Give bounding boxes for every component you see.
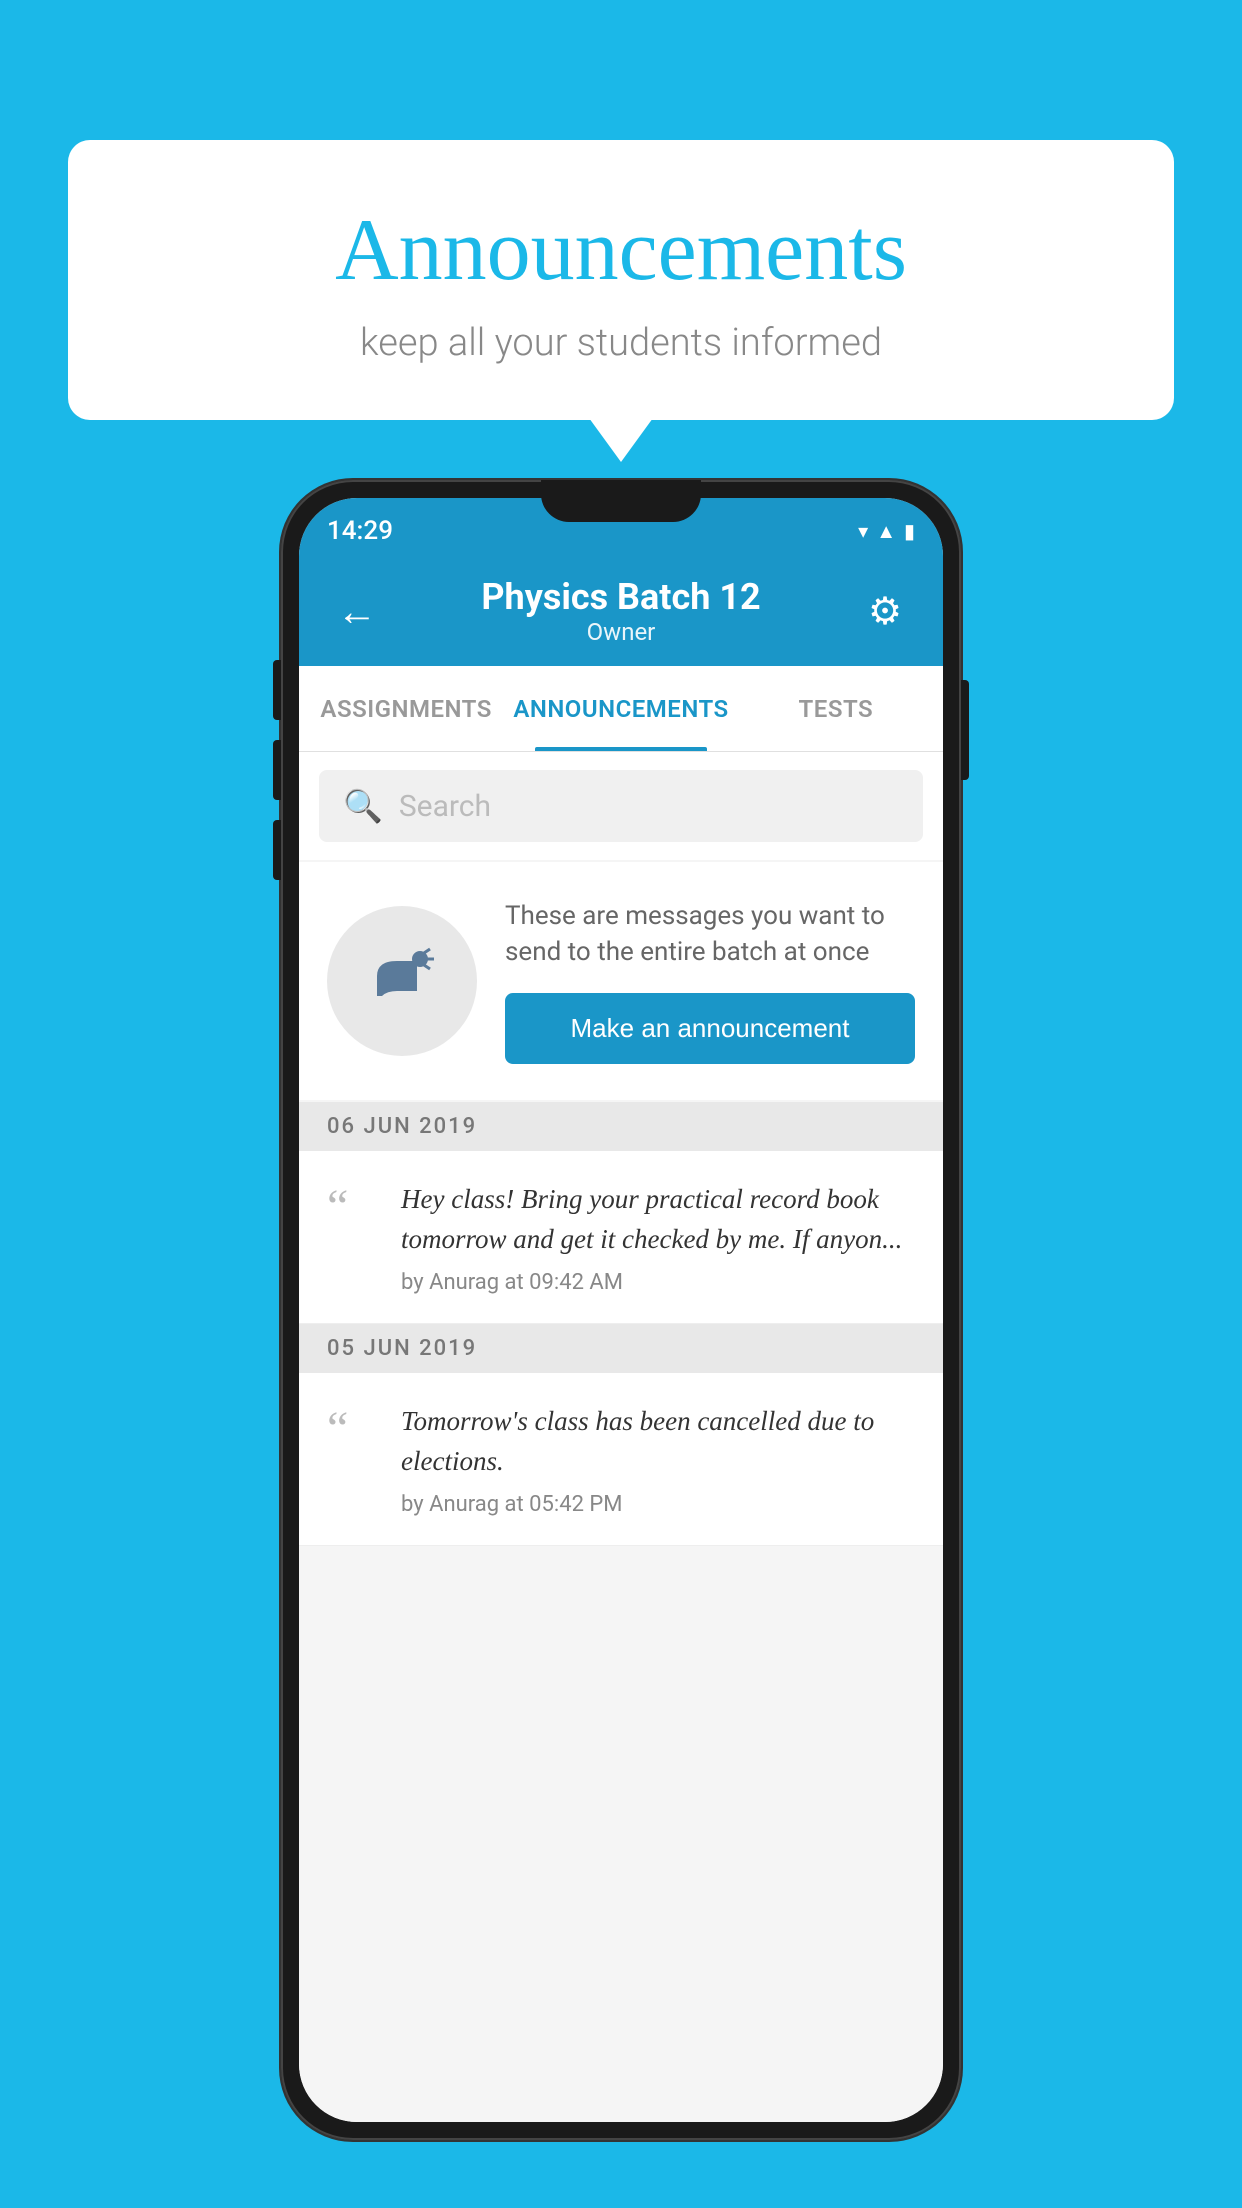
quote-icon-1: “ — [327, 1183, 377, 1295]
phone-notch — [541, 480, 701, 522]
speech-bubble: Announcements keep all your students inf… — [68, 140, 1174, 420]
app-bar: ← Physics Batch 12 Owner ⚙ — [299, 556, 943, 666]
search-bar-container: 🔍 Search — [299, 752, 943, 860]
announcement-content-2: Tomorrow's class has been cancelled due … — [401, 1401, 915, 1517]
date-separator-1: 06 JUN 2019 — [299, 1102, 943, 1151]
promo-content: These are messages you want to send to t… — [505, 898, 915, 1064]
search-icon: 🔍 — [343, 787, 383, 825]
tab-tests[interactable]: TESTS — [729, 666, 943, 751]
date-separator-2: 05 JUN 2019 — [299, 1324, 943, 1373]
phone-container: 14:29 ▾ ▲ ▮ ← Physics Batch 12 Owner ⚙ — [281, 480, 961, 2140]
promo-card: These are messages you want to send to t… — [299, 862, 943, 1100]
back-button[interactable]: ← — [327, 588, 387, 635]
tab-assignments[interactable]: ASSIGNMENTS — [299, 666, 513, 751]
announcement-icon-circle — [327, 906, 477, 1056]
date-label-1: 06 JUN 2019 — [327, 1114, 477, 1139]
tabs-container: ASSIGNMENTS ANNOUNCEMENTS TESTS — [299, 666, 943, 752]
announcement-meta-2: by Anurag at 05:42 PM — [401, 1492, 915, 1517]
tab-announcements[interactable]: ANNOUNCEMENTS — [513, 666, 728, 751]
gear-icon[interactable]: ⚙ — [855, 589, 915, 634]
app-bar-subtitle: Owner — [387, 618, 855, 646]
make-announcement-button[interactable]: Make an announcement — [505, 993, 915, 1064]
announcement-content-1: Hey class! Bring your practical record b… — [401, 1179, 915, 1295]
status-time: 14:29 — [327, 516, 393, 546]
announcement-item-2[interactable]: “ Tomorrow's class has been cancelled du… — [299, 1373, 943, 1546]
search-placeholder: Search — [399, 789, 491, 824]
app-bar-title: Physics Batch 12 — [387, 576, 855, 618]
announcement-meta-1: by Anurag at 09:42 AM — [401, 1270, 915, 1295]
phone-outer: 14:29 ▾ ▲ ▮ ← Physics Batch 12 Owner ⚙ — [281, 480, 961, 2140]
speech-bubble-container: Announcements keep all your students inf… — [68, 140, 1174, 420]
phone-inner: 14:29 ▾ ▲ ▮ ← Physics Batch 12 Owner ⚙ — [299, 498, 943, 2122]
battery-icon: ▮ — [904, 519, 915, 543]
announcement-item-1[interactable]: “ Hey class! Bring your practical record… — [299, 1151, 943, 1324]
status-icons: ▾ ▲ ▮ — [858, 519, 915, 544]
app-bar-title-container: Physics Batch 12 Owner — [387, 576, 855, 646]
announcement-text-1: Hey class! Bring your practical record b… — [401, 1179, 915, 1260]
content-area: 🔍 Search — [299, 752, 943, 2122]
signal-icon: ▲ — [876, 519, 896, 544]
quote-icon-2: “ — [327, 1405, 377, 1517]
wifi-icon: ▾ — [858, 519, 868, 543]
bubble-title: Announcements — [148, 200, 1094, 301]
promo-description: These are messages you want to send to t… — [505, 898, 915, 971]
bubble-subtitle: keep all your students informed — [148, 321, 1094, 365]
search-bar[interactable]: 🔍 Search — [319, 770, 923, 842]
announcement-text-2: Tomorrow's class has been cancelled due … — [401, 1401, 915, 1482]
date-label-2: 05 JUN 2019 — [327, 1336, 477, 1361]
